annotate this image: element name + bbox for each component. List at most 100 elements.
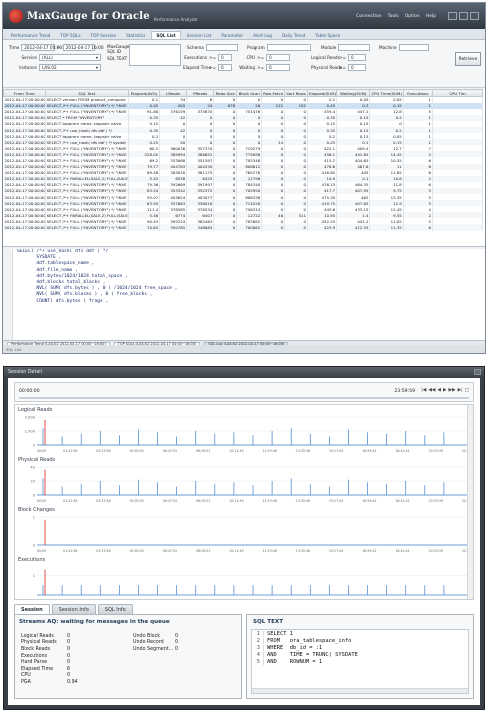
time-slider-track[interactable] (19, 397, 469, 399)
executions-label: Executions (184, 55, 207, 60)
stat-label: PGA (21, 679, 31, 685)
sql-horizontal-scrollbar[interactable] (252, 688, 468, 693)
column-header[interactable]: Elapsed(AVG) (127, 89, 161, 97)
fast-forward-button[interactable]: ▶▶ (448, 388, 455, 393)
schema-input[interactable] (205, 44, 238, 51)
chart-canvas: 1 00:00 01:41:58 03:23:56 05:05:55 06:47:53 08… (33, 569, 469, 600)
y-tick-label: 1 (33, 574, 35, 578)
x-tick-label: 06:47:53 (163, 549, 177, 553)
charts-scrollbar[interactable] (467, 405, 473, 599)
x-tick-label: 06:47:53 (163, 499, 177, 503)
option-link[interactable]: Option (405, 14, 420, 19)
column-header[interactable]: Elapsed(SUM) (306, 89, 338, 97)
table-cell: 2012-04-17 00:00:00 (3, 212, 46, 219)
stop-button[interactable]: □ (465, 388, 469, 393)
column-header[interactable]: From Time (3, 89, 46, 97)
column-header[interactable]: SQL Text (44, 89, 129, 97)
time-end-label: 23:59:59 (394, 389, 415, 394)
close-button[interactable] (470, 12, 479, 20)
column-header[interactable]: Sort Rows (284, 89, 308, 97)
x-tick-label: 05:05:55 (130, 499, 144, 503)
module-input[interactable] (338, 44, 371, 51)
stat-label: CPU (21, 673, 31, 679)
x-tick-label: 18:41:41 (395, 499, 409, 503)
stat-row: Undo Record 0 (133, 640, 193, 647)
column-header[interactable]: LReads (159, 89, 188, 97)
session-detail-body: 00:00:00 23:59:59 |◀ ◀◀ ◀ ▶ ▶▶ ▶| □ Exec… (8, 378, 480, 705)
tools-link[interactable]: Tools (388, 14, 399, 19)
tab-sql-list[interactable]: SQL List (151, 31, 181, 39)
logical-reads-input[interactable]: 0 (348, 54, 367, 61)
help-link[interactable]: Help (426, 14, 436, 19)
last-frame-button[interactable]: ▶| (458, 388, 463, 393)
program-input[interactable] (266, 44, 311, 51)
x-tick-label: 05:05:55 (130, 599, 144, 600)
stat-label: Elapsed Time (21, 666, 54, 672)
window-close-button[interactable] (474, 369, 481, 375)
column-header[interactable]: Executions (402, 89, 433, 97)
minimize-button[interactable] (448, 12, 457, 20)
cpu-input[interactable]: 0 (266, 54, 291, 61)
column-header[interactable]: Block Scan (236, 89, 263, 97)
elapsed-input[interactable]: 0 (218, 64, 233, 71)
tab-session-list[interactable]: Session List (183, 32, 216, 39)
table-row[interactable]: 2012-04-17 00:00:00 SELECT /*+ FULL ("INV… (3, 224, 484, 231)
rewind-button[interactable]: ◀◀ (428, 388, 435, 393)
y-tick-label: 1 (33, 516, 35, 520)
waiting-label: Waiting (239, 65, 255, 70)
service-select[interactable]: (ALL) ▾ (39, 54, 101, 61)
step-back-button[interactable]: ◀ (437, 388, 441, 393)
table-cell: 350765 (159, 224, 188, 231)
column-header[interactable]: CPU Tim (431, 89, 484, 97)
x-tick-label: 01:41:58 (63, 499, 77, 503)
time-to-input[interactable]: 2012-04-17 16:00 (62, 44, 104, 51)
tab-top-sqls[interactable]: TOP SQLs (56, 32, 84, 39)
metric-chart: Logical Reads 2,000 1,000 0 00:00 01:41:58 03:… (15, 405, 473, 455)
status-bar: SQL List (3, 345, 485, 353)
maximize-button[interactable] (459, 12, 468, 20)
column-header[interactable]: CPU Time(SUM) (369, 89, 404, 97)
tab-parameter[interactable]: Parameter (217, 32, 247, 39)
table-cell: 6 (403, 224, 433, 231)
column-header[interactable]: Row Fetch (261, 89, 286, 97)
column-header[interactable]: Redo Size (213, 89, 238, 97)
table-cell: 70.65 (128, 224, 161, 231)
stat-label: Undo Block (133, 633, 161, 639)
waiting-input[interactable]: 0 (266, 64, 291, 71)
tab-daily-trend[interactable]: Daily Trend (278, 32, 309, 39)
stat-label: Block Reads (21, 646, 51, 652)
schema-label: Schema (187, 45, 204, 50)
table-cell: SELECT /*+ FULL ("INVENTORY") */ "INVE (45, 194, 129, 201)
sql-text-pane[interactable]: SELECT /*+ use_hash( dfs ddf ) */ SYSDAT… (3, 249, 485, 341)
tab-statistics[interactable]: Statistics (122, 32, 149, 39)
instance-select[interactable]: LAS:02 ▾ (39, 64, 101, 71)
machine-input[interactable] (398, 44, 429, 51)
x-tick-label: 20:23:39 (429, 499, 443, 503)
connection-link[interactable]: Connection (356, 14, 381, 19)
column-header[interactable]: Waiting(SUM) (336, 89, 371, 97)
session-detail-title: Session Detail (8, 369, 42, 375)
y-tick-label: 0 (33, 494, 36, 498)
sql-text-editor[interactable]: 1 SELECT 1 2 FROM ora_tablespace_info 3 WHERE… (251, 629, 469, 694)
table-cell: 2012-04-17 00:00:00 (3, 108, 46, 115)
stat-label: Executions (21, 653, 48, 659)
physical-reads-input[interactable]: 0 (348, 64, 367, 71)
tab-table-space[interactable]: Table Space (311, 32, 344, 39)
retrieve-button[interactable]: Retrieve (455, 52, 481, 66)
y-tick-label: 0 (33, 544, 36, 548)
x-tick-label: 10:11:49 (229, 599, 243, 600)
app-subtitle: Performance Analyzer (153, 16, 198, 22)
tab-alert-log[interactable]: Alert Log (249, 32, 276, 39)
sqlid-textarea[interactable] (129, 44, 181, 66)
column-header[interactable]: PReads (186, 89, 215, 97)
table-cell: 2012-04-17 00:00:00 (3, 194, 46, 201)
tab-top-session[interactable]: TOP Session (87, 32, 121, 39)
tab-performance-trend[interactable]: Performance Trend (7, 32, 54, 39)
time-from-input[interactable]: 2012-04-17 00:00:00 (21, 44, 69, 51)
time-start-label: 00:00:00 (19, 389, 40, 394)
executions-input[interactable]: 0 (218, 54, 233, 61)
play-button[interactable]: ▶ (443, 388, 447, 393)
stat-row: Undo Block 0 (133, 633, 193, 640)
chart-canvas: 40 20 000:00 01:41:58 03:23:56 05:05:55 06:47:… (30, 466, 473, 504)
first-frame-button[interactable]: |◀ (421, 388, 426, 393)
